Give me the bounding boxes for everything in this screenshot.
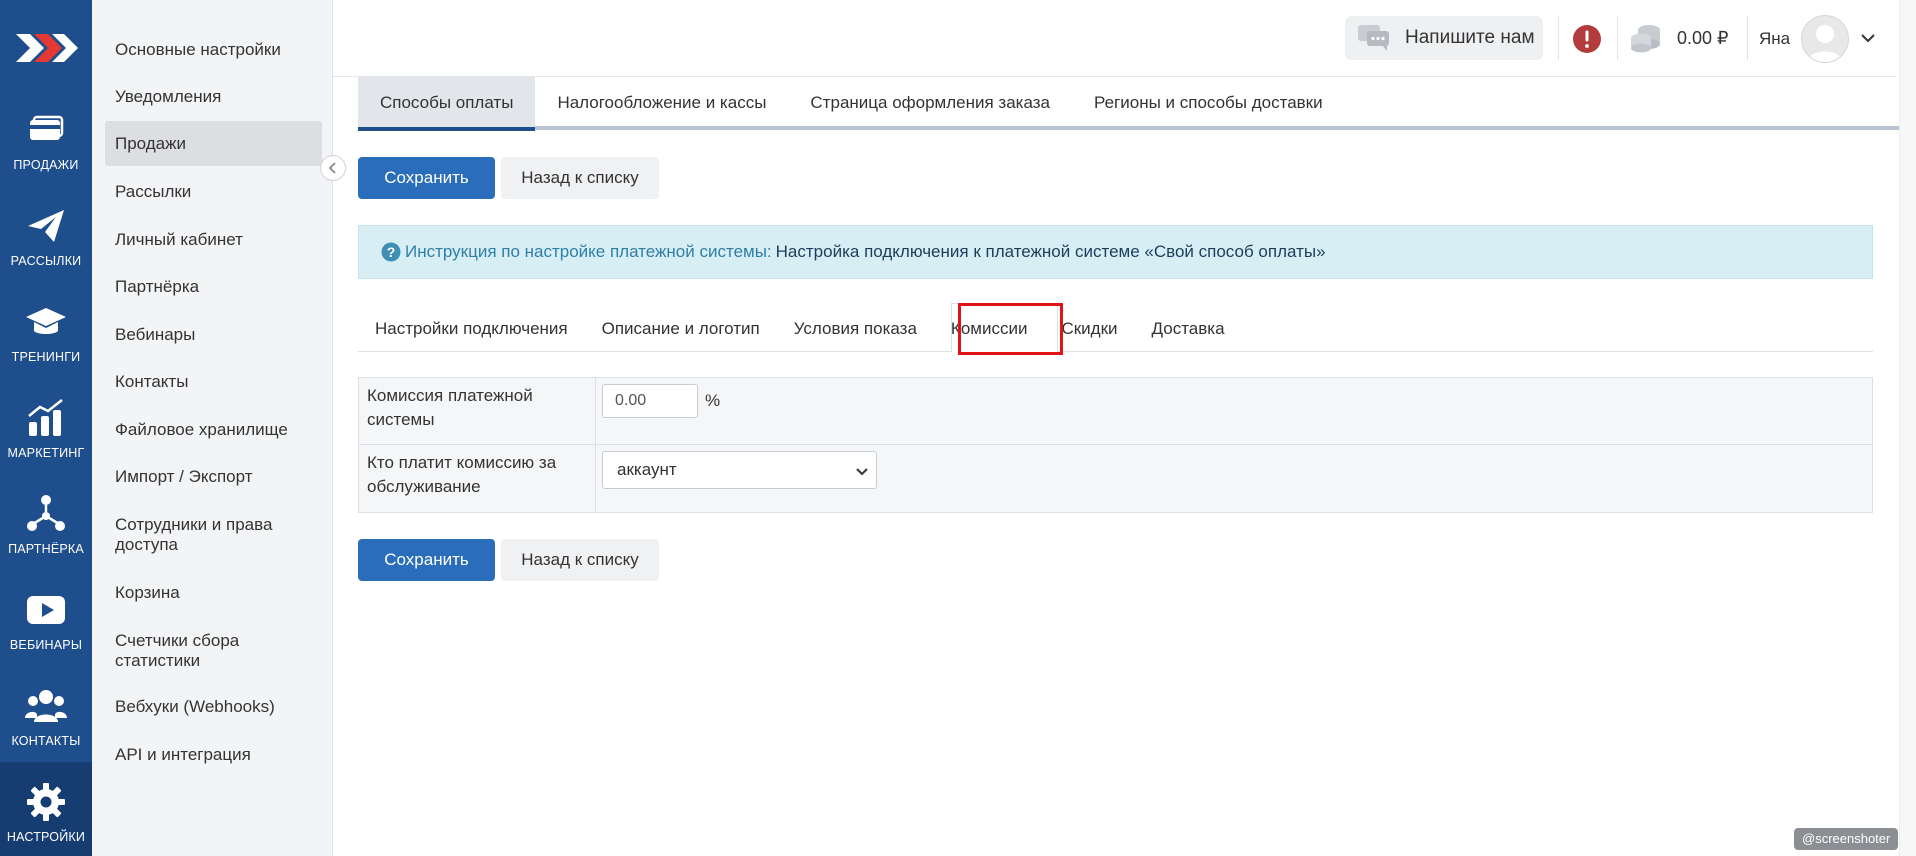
instruction-link[interactable]: Настройка подключения к платежной систем…: [776, 242, 1326, 262]
paper-plane-icon: [28, 210, 64, 242]
rail-item-partners[interactable]: Партнёрка: [0, 474, 92, 568]
rail-item-marketing[interactable]: Маркетинг: [0, 378, 92, 472]
percent-sign: %: [705, 391, 721, 410]
menu-item-counters[interactable]: Счетчики сбора статистики: [105, 631, 275, 671]
tab-display-conditions[interactable]: Условия показа: [777, 302, 934, 352]
payer-select[interactable]: аккаунт: [602, 451, 877, 489]
commission-label: Комиссия платежной системы: [359, 378, 596, 444]
tab-description-logo[interactable]: Описание и логотип: [585, 302, 777, 352]
commission-input[interactable]: 0.00: [602, 384, 698, 418]
inner-tabs: Настройки подключения Описание и логотип…: [358, 302, 1242, 352]
rail-item-settings[interactable]: Настройки: [0, 762, 92, 856]
rail-item-label: Вебинары: [9, 638, 83, 652]
svg-text:?: ?: [387, 244, 396, 260]
tab-taxation[interactable]: Налогообложение и кассы: [535, 77, 788, 129]
chevron-left-icon: [328, 162, 336, 174]
rail-item-mailings[interactable]: Рассылки: [0, 186, 92, 280]
write-us-label: Напишите нам: [1405, 27, 1535, 48]
collapse-sidebar-button[interactable]: [320, 155, 346, 181]
menu-item-staff[interactable]: Сотрудники и права доступа: [105, 515, 295, 555]
instruction-banner: ? Инструкция по настройке платежной сист…: [358, 225, 1873, 279]
question-icon: ?: [381, 242, 401, 262]
chevron-down-icon: [856, 468, 868, 476]
write-us-button[interactable]: Напишите нам: [1345, 16, 1543, 60]
network-icon: [27, 495, 65, 531]
tab-delivery[interactable]: Доставка: [1135, 302, 1242, 352]
instruction-lead: Инструкция по настройке платежной систем…: [405, 242, 772, 261]
rail-item-label: Настройки: [6, 830, 86, 844]
form-row-commission: Комиссия платежной системы 0.00 %: [359, 378, 1872, 445]
payer-select-value: аккаунт: [617, 460, 677, 479]
rail-item-label: Партнёрка: [8, 542, 84, 556]
username: Яна: [1759, 29, 1791, 48]
rail-item-webinars[interactable]: Вебинары: [0, 570, 92, 664]
coins-icon: [1631, 25, 1660, 53]
card-icon: [30, 115, 64, 140]
settings-menu: Основные настройки Уведомления Продажи Р…: [92, 0, 333, 856]
save-button-bottom[interactable]: Сохранить: [358, 539, 495, 581]
header-divider: [1747, 16, 1748, 60]
tab-payment-methods[interactable]: Способы оплаты: [358, 77, 536, 131]
save-button[interactable]: Сохранить: [358, 157, 495, 199]
commission-form: Комиссия платежной системы 0.00 % Кто пл…: [358, 377, 1873, 513]
menu-item-trash[interactable]: Корзина: [105, 583, 322, 603]
icon-rail: Продажи Рассылки Тренинги Маркетинг: [0, 0, 92, 856]
menu-item-contacts[interactable]: Контакты: [105, 372, 322, 392]
main-tabs: Способы оплаты Налогообложение и кассы С…: [358, 77, 1345, 131]
menu-item-general[interactable]: Основные настройки: [105, 40, 322, 60]
menu-item-partners[interactable]: Партнёрка: [105, 277, 322, 297]
users-icon: [25, 690, 67, 722]
avatar[interactable]: [1801, 15, 1849, 63]
tab-commissions[interactable]: Комиссии: [934, 302, 1045, 352]
screenshoter-watermark: @screenshoter: [1794, 828, 1899, 850]
menu-item-mailings[interactable]: Рассылки: [105, 182, 322, 202]
rail-item-label: Продажи: [13, 158, 79, 172]
menu-item-file-storage[interactable]: Файловое хранилище: [105, 420, 322, 440]
back-to-list-button[interactable]: Назад к списку: [501, 157, 659, 199]
rail-item-sales[interactable]: Продажи: [0, 90, 92, 184]
header-divider: [1558, 16, 1559, 60]
chat-icon: [1358, 25, 1389, 51]
tab-checkout-page[interactable]: Страница оформления заказа: [788, 77, 1072, 129]
gear-icon: [27, 783, 65, 821]
rail-item-contacts[interactable]: Контакты: [0, 666, 92, 760]
play-icon: [27, 596, 65, 624]
menu-item-cabinet[interactable]: Личный кабинет: [105, 230, 322, 250]
header-divider: [1617, 16, 1618, 60]
rail-item-label: Маркетинг: [7, 446, 85, 460]
rail-item-label: Контакты: [11, 734, 81, 748]
tab-connection-settings[interactable]: Настройки подключения: [358, 302, 585, 352]
menu-item-api[interactable]: API и интеграция: [105, 745, 322, 765]
balance-value: 0.00 ₽: [1677, 28, 1729, 48]
chart-icon: [28, 399, 63, 436]
rail-item-label: Тренинги: [11, 350, 81, 364]
tab-delivery-regions[interactable]: Регионы и способы доставки: [1072, 77, 1345, 129]
form-row-payer: Кто платит комиссию за обслуживание акка…: [359, 445, 1872, 512]
page-scrollbar[interactable]: [1899, 0, 1916, 856]
alert-icon[interactable]: [1572, 24, 1602, 54]
user-avatar-icon: [1808, 25, 1842, 62]
back-to-list-button-bottom[interactable]: Назад к списку: [501, 539, 659, 581]
menu-item-notifications[interactable]: Уведомления: [105, 87, 322, 107]
menu-item-webinars[interactable]: Вебинары: [105, 325, 322, 345]
commission-value-cell: [596, 378, 1872, 444]
payer-label: Кто платит комиссию за обслуживание: [359, 445, 596, 512]
rail-item-label: Рассылки: [10, 254, 82, 268]
menu-item-sales[interactable]: Продажи: [105, 121, 322, 166]
rail-item-trainings[interactable]: Тренинги: [0, 282, 92, 376]
graduation-cap-icon: [26, 308, 66, 334]
tab-discounts[interactable]: Скидки: [1044, 302, 1134, 352]
menu-item-import-export[interactable]: Импорт / Экспорт: [105, 467, 322, 487]
chevron-down-icon[interactable]: [1858, 28, 1878, 48]
logo-icon[interactable]: [14, 24, 78, 72]
menu-item-webhooks[interactable]: Вебхуки (Webhooks): [105, 697, 322, 717]
